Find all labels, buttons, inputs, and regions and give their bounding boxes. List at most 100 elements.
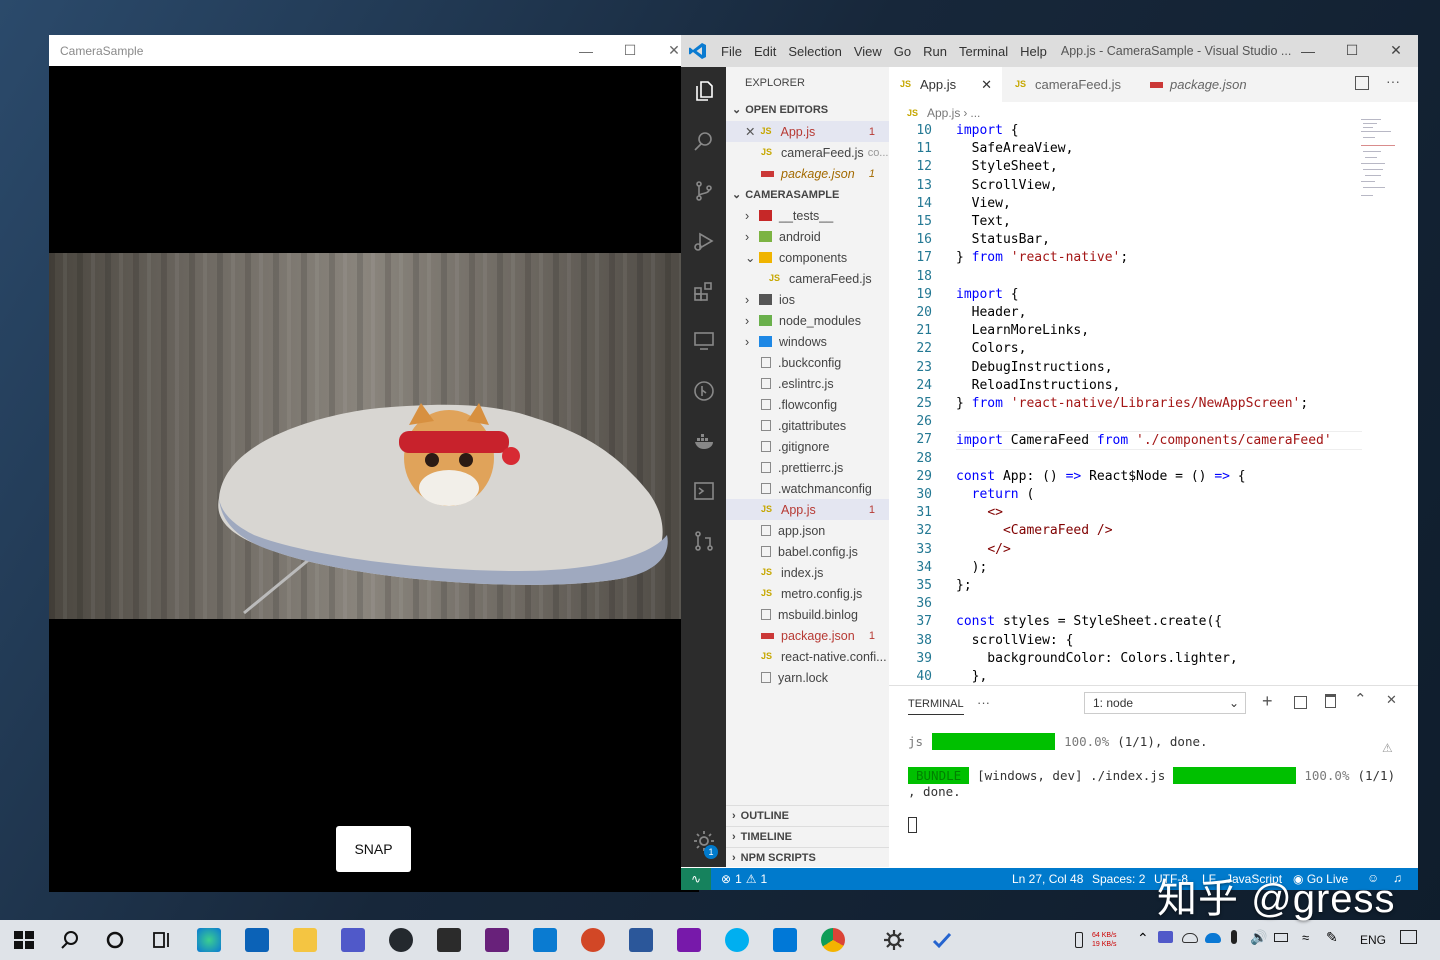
indentation[interactable]: Spaces: 2	[1092, 872, 1145, 886]
chevron-up-icon[interactable]: ⌃	[1354, 690, 1367, 708]
volume-icon[interactable]: 🔊	[1250, 929, 1267, 946]
terminal-app-icon[interactable]	[437, 928, 461, 952]
tree-folder[interactable]: › ios	[726, 289, 889, 310]
todo-icon[interactable]	[930, 928, 954, 952]
trash-icon[interactable]	[1325, 694, 1336, 708]
open-editors-header[interactable]: ⌄ OPEN EDITORS	[726, 99, 889, 120]
github-icon[interactable]	[681, 367, 726, 415]
edge-icon[interactable]	[197, 928, 221, 952]
split-editor-icon[interactable]	[1355, 76, 1369, 90]
open-editor-item[interactable]: JS cameraFeed.js co...	[726, 142, 889, 163]
windows-start-icon[interactable]	[12, 928, 36, 952]
new-terminal-icon[interactable]: +	[1262, 691, 1273, 712]
minimize-icon[interactable]: —	[564, 35, 608, 66]
tree-file[interactable]: JS App.js 1	[726, 499, 889, 520]
vscode-maximize-icon[interactable]: ☐	[1330, 35, 1374, 66]
menu-terminal[interactable]: Terminal	[953, 44, 1014, 59]
wifi-icon[interactable]: ≈	[1302, 930, 1309, 945]
tree-file[interactable]: .gitattributes	[726, 415, 889, 436]
search-icon[interactable]	[58, 928, 82, 952]
file-explorer-icon[interactable]	[293, 928, 317, 952]
outlook-icon[interactable]	[245, 928, 269, 952]
settings-gear-icon[interactable]: 1	[681, 817, 726, 865]
open-editor-item[interactable]: package.json 1	[726, 163, 889, 184]
npm-scripts-section[interactable]: › NPM SCRIPTS	[726, 847, 889, 868]
open-editor-item[interactable]: ✕ JS App.js 1	[726, 121, 889, 142]
breadcrumb-file[interactable]: App.js	[927, 106, 960, 120]
cloud-icon[interactable]	[1182, 933, 1198, 943]
teams-tray-icon[interactable]	[1158, 931, 1173, 943]
skype-icon[interactable]	[725, 928, 749, 952]
terminal-select[interactable]: 1: node ⌄	[1084, 692, 1246, 714]
tree-folder[interactable]: ⌄ components	[726, 247, 889, 268]
github-desktop-icon[interactable]	[389, 928, 413, 952]
settings-app-icon[interactable]	[882, 928, 906, 952]
onedrive-icon[interactable]	[1205, 933, 1221, 943]
tree-file[interactable]: .eslintrc.js	[726, 373, 889, 394]
cursor-position[interactable]: Ln 27, Col 48	[1012, 872, 1083, 886]
tree-file[interactable]: .buckconfig	[726, 352, 889, 373]
maximize-icon[interactable]: ☐	[608, 35, 652, 66]
snap-button[interactable]: SNAP	[336, 826, 411, 872]
outline-section[interactable]: › OUTLINE	[726, 805, 889, 826]
menu-run[interactable]: Run	[917, 44, 953, 59]
close-icon[interactable]: ✕	[745, 124, 755, 139]
phone-icon[interactable]	[1075, 932, 1083, 948]
tree-folder[interactable]: › windows	[726, 331, 889, 352]
menu-file[interactable]: File	[715, 44, 748, 59]
tree-file[interactable]: JS index.js	[726, 562, 889, 583]
onenote-icon[interactable]	[677, 928, 701, 952]
tree-file[interactable]: babel.config.js	[726, 541, 889, 562]
close-panel-icon[interactable]: ✕	[1386, 692, 1397, 708]
visual-studio-icon[interactable]	[485, 928, 509, 952]
cortana-icon[interactable]	[103, 928, 127, 952]
tree-file[interactable]: .prettierrc.js	[726, 457, 889, 478]
task-view-icon[interactable]	[149, 928, 173, 952]
tree-file[interactable]: .watchmanconfig	[726, 478, 889, 499]
tree-file[interactable]: yarn.lock	[726, 667, 889, 688]
pull-request-icon[interactable]	[681, 517, 726, 565]
vscode-minimize-icon[interactable]: —	[1286, 35, 1330, 66]
tree-file[interactable]: JS react-native.confi...	[726, 646, 889, 667]
run-debug-icon[interactable]	[681, 217, 726, 265]
terminal-tab[interactable]: TERMINAL	[908, 698, 964, 715]
terminal-cursor[interactable]	[908, 817, 917, 833]
search-icon[interactable]	[681, 117, 726, 165]
tree-file[interactable]: JS cameraFeed.js	[726, 268, 889, 289]
tab-camerafeed-js[interactable]: JS cameraFeed.js	[1004, 67, 1137, 102]
notification-icon[interactable]	[1400, 930, 1417, 944]
tree-folder[interactable]: › __tests__	[726, 205, 889, 226]
tree-file[interactable]: msbuild.binlog	[726, 604, 889, 625]
menu-help[interactable]: Help	[1014, 44, 1053, 59]
tree-folder[interactable]: › node_modules	[726, 310, 889, 331]
tree-file[interactable]: app.json	[726, 520, 889, 541]
minimap[interactable]	[1361, 117, 1401, 217]
teams-icon[interactable]	[341, 928, 365, 952]
source-control-icon[interactable]	[681, 167, 726, 215]
remote-explorer-icon[interactable]	[681, 317, 726, 365]
powerpoint-icon[interactable]	[581, 928, 605, 952]
panel-more-icon[interactable]: ···	[977, 695, 990, 710]
tree-file[interactable]: .flowconfig	[726, 394, 889, 415]
camera-app-icon[interactable]	[773, 928, 797, 952]
vscode-close-icon[interactable]: ✕	[1374, 35, 1418, 66]
word-icon[interactable]	[629, 928, 653, 952]
tree-file[interactable]: JS metro.config.js	[726, 583, 889, 604]
menu-edit[interactable]: Edit	[748, 44, 782, 59]
menu-selection[interactable]: Selection	[782, 44, 847, 59]
problems-indicator[interactable]: ⊗ 1 ⚠ 1	[721, 872, 767, 886]
pen-icon[interactable]: ✎	[1326, 929, 1338, 946]
split-terminal-icon[interactable]	[1294, 696, 1307, 709]
extensions-icon[interactable]	[681, 267, 726, 315]
microphone-icon[interactable]	[1231, 930, 1237, 944]
tree-file[interactable]: .gitignore	[726, 436, 889, 457]
terminal-panel-icon[interactable]	[681, 467, 726, 515]
language-indicator[interactable]: ENG	[1360, 933, 1386, 947]
timeline-section[interactable]: › TIMELINE	[726, 826, 889, 847]
menu-go[interactable]: Go	[888, 44, 917, 59]
tab-app-js[interactable]: JS App.js ✕	[889, 67, 1002, 102]
tree-file[interactable]: package.json 1	[726, 625, 889, 646]
chevron-up-icon[interactable]: ⌃	[1137, 930, 1149, 947]
more-actions-icon[interactable]: ···	[1386, 73, 1400, 89]
tab-close-icon[interactable]: ✕	[981, 77, 992, 93]
